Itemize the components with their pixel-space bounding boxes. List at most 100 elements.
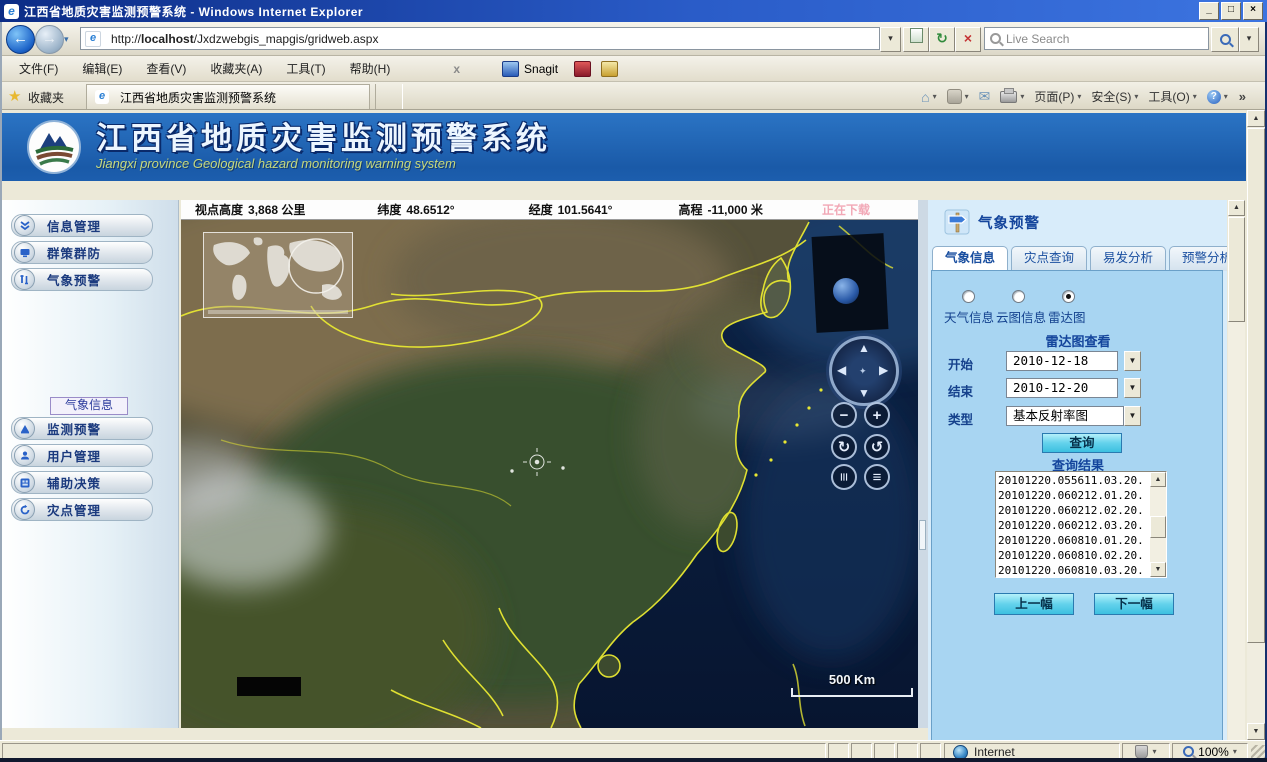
scrollbar-thumb[interactable] [1228, 217, 1245, 322]
search-go-button[interactable] [1211, 27, 1239, 52]
favorites-star-icon[interactable]: ★ [8, 87, 21, 105]
browser-vertical-scrollbar[interactable]: ▲ ▼ [1247, 110, 1265, 740]
sidebar-item-weather-warning[interactable]: 气象预警 [11, 268, 153, 291]
search-input[interactable]: Live Search [984, 27, 1209, 50]
active-tab[interactable]: e 江西省地质灾害监测预警系统 [86, 84, 370, 109]
stop-button[interactable]: × [955, 27, 981, 52]
scroll-up-icon[interactable]: ▲ [1247, 110, 1265, 127]
tab-weather-info[interactable]: 气象信息 [932, 246, 1008, 271]
end-date-combo[interactable]: 2010-12-20 ▼ [1006, 378, 1141, 398]
overview-minimap[interactable] [203, 232, 353, 318]
pan-left-icon[interactable]: ◀ [837, 364, 846, 376]
page-menu-button[interactable]: 页面(P)▾ [1031, 86, 1084, 107]
scrollbar-thumb[interactable] [1150, 516, 1166, 538]
next-image-button[interactable]: 下一幅 [1094, 593, 1174, 615]
sidebar-item-disaster-management[interactable]: 灾点管理 [11, 498, 153, 521]
menu-tools[interactable]: 工具(T) [275, 57, 336, 80]
scroll-up-icon[interactable]: ▲ [1150, 472, 1166, 487]
more-commands-chevron[interactable]: » [1235, 89, 1250, 104]
menu-view[interactable]: 查看(V) [135, 57, 197, 80]
rotate-cw-button[interactable]: ↻ [831, 434, 857, 460]
scroll-down-icon[interactable]: ▼ [1247, 723, 1265, 740]
map-viewport[interactable]: 视点高度 3,868 公里 纬度 48.6512° 经度 101.5641° 高… [181, 200, 918, 728]
end-date-dropdown-icon[interactable]: ▼ [1124, 378, 1141, 398]
compatibility-view-button[interactable] [903, 27, 929, 52]
list-item[interactable]: 20101220.060212.01.20. [998, 488, 1148, 503]
splitter[interactable] [918, 200, 928, 728]
list-item[interactable]: 20101220.060810.02.20. [998, 548, 1148, 563]
new-tab-stub[interactable] [375, 84, 403, 109]
scrollbar-thumb[interactable] [1247, 128, 1265, 643]
list-item[interactable]: 20101220.060212.02.20. [998, 503, 1148, 518]
query-button[interactable]: 查询 [1042, 433, 1122, 453]
toolbar-close-button[interactable]: x [443, 62, 470, 76]
previous-image-button[interactable]: 上一幅 [994, 593, 1074, 615]
pan-right-icon[interactable]: ▶ [879, 364, 888, 376]
scroll-up-icon[interactable]: ▲ [1228, 200, 1245, 216]
snagit-toolbar[interactable]: Snagit [502, 61, 558, 77]
close-button[interactable]: × [1243, 2, 1263, 20]
forward-button[interactable]: → [35, 25, 64, 54]
history-dropdown-icon[interactable]: ▾ [64, 34, 69, 45]
address-field[interactable]: e http://localhost/Jxdzwebgis_mapgis/gri… [80, 27, 880, 50]
feeds-button[interactable]: ▾ [944, 87, 972, 106]
sidebar-submenu-weather-info[interactable]: 气象信息 [50, 397, 128, 415]
snagit-profile-icon[interactable] [601, 61, 618, 77]
menu-help[interactable]: 帮助(H) [339, 57, 402, 80]
globe-map[interactable]: ▲ ▼ ◀ ▶ ✦ − + ↻ ↺ ≡ ≡ 500 Km [181, 220, 918, 728]
help-menu-button[interactable]: ?▾ [1204, 88, 1231, 106]
listbox-scrollbar[interactable]: ▲ ▼ [1150, 472, 1166, 577]
print-button[interactable]: ▾ [997, 89, 1027, 105]
tab-disaster-query[interactable]: 灾点查询 [1011, 246, 1087, 271]
search-dropdown-button[interactable]: ▾ [1239, 27, 1259, 52]
radio-label-cloud[interactable]: 云图信息 [996, 307, 1046, 326]
start-date-value[interactable]: 2010-12-18 [1006, 351, 1118, 371]
pan-down-icon[interactable]: ▼ [858, 387, 870, 399]
pan-up-icon[interactable]: ▲ [858, 342, 870, 354]
minimize-button[interactable]: _ [1199, 2, 1219, 20]
back-button[interactable]: ← [6, 25, 35, 54]
list-item[interactable]: 20101220.060810.01.20. [998, 533, 1148, 548]
end-date-value[interactable]: 2010-12-20 [1006, 378, 1118, 398]
splitter-handle[interactable] [919, 520, 926, 550]
sidebar-item-monitor-warning[interactable]: 监测预警 [11, 417, 153, 440]
tilt-up-button[interactable]: ≡ [831, 464, 857, 490]
radio-label-weather[interactable]: 天气信息 [944, 307, 994, 326]
type-combo[interactable]: 基本反射率图 ▼ [1006, 406, 1141, 426]
tilt-down-button[interactable]: ≡ [864, 464, 890, 490]
rotate-ccw-button[interactable]: ↺ [864, 434, 890, 460]
type-value[interactable]: 基本反射率图 [1006, 406, 1124, 426]
resize-grip[interactable] [1251, 745, 1265, 759]
radio-weather-info[interactable] [962, 290, 975, 303]
sidebar-item-user-management[interactable]: 用户管理 [11, 444, 153, 467]
sidebar-item-info-management[interactable]: 信息管理 [11, 214, 153, 237]
radio-radar-image[interactable] [1062, 290, 1075, 303]
sidebar-item-group-prevention[interactable]: 群策群防 [11, 241, 153, 264]
menu-favorites[interactable]: 收藏夹(A) [199, 57, 273, 80]
tools-menu-button[interactable]: 工具(O)▾ [1145, 86, 1199, 107]
menu-file[interactable]: 文件(F) [8, 57, 69, 80]
start-date-dropdown-icon[interactable]: ▼ [1124, 351, 1141, 371]
sidebar-item-decision-support[interactable]: 辅助决策 [11, 471, 153, 494]
refresh-button[interactable]: ↻ [929, 27, 955, 52]
radio-label-radar[interactable]: 雷达图 [1048, 307, 1086, 326]
type-dropdown-icon[interactable]: ▼ [1124, 406, 1141, 426]
radio-cloud-image[interactable] [1012, 290, 1025, 303]
results-listbox[interactable]: 20101220.055611.03.20. 20101220.060212.0… [995, 471, 1167, 578]
address-dropdown-button[interactable]: ▾ [880, 27, 901, 52]
favorites-label[interactable]: 收藏夹 [28, 89, 64, 106]
list-item[interactable]: 20101220.060810.03.20. [998, 563, 1148, 578]
zoom-out-button[interactable]: − [831, 402, 857, 428]
menu-edit[interactable]: 编辑(E) [71, 57, 133, 80]
list-item[interactable]: 20101220.055611.03.20. [998, 473, 1148, 488]
zoom-in-button[interactable]: + [864, 402, 890, 428]
tab-susceptibility-analysis[interactable]: 易发分析 [1090, 246, 1166, 271]
scroll-down-icon[interactable]: ▼ [1150, 562, 1166, 577]
maximize-button[interactable]: □ [1221, 2, 1241, 20]
pan-compass-control[interactable]: ▲ ▼ ◀ ▶ ✦ [829, 336, 899, 406]
panel-vertical-scrollbar[interactable]: ▲ ▼ [1228, 200, 1245, 740]
tab-warning-analysis[interactable]: 预警分析 [1169, 246, 1227, 271]
list-item[interactable]: 20101220.060212.03.20. [998, 518, 1148, 533]
read-mail-button[interactable]: ✉ [976, 86, 994, 107]
home-button[interactable]: ⌂▾ [918, 87, 939, 107]
